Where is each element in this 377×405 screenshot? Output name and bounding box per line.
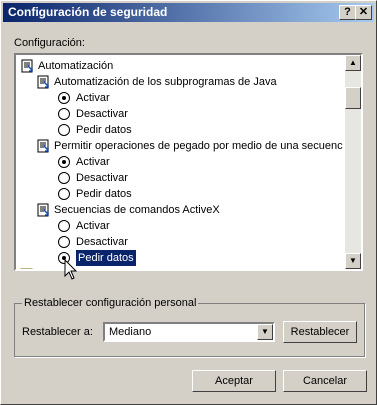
radio-label: Activar xyxy=(76,92,110,104)
script-settings-icon xyxy=(37,75,49,89)
script-settings-icon xyxy=(21,59,33,73)
settings-rows: Automatización Automatización de los subp… xyxy=(16,55,343,269)
cancel-button[interactable]: Cancelar xyxy=(283,370,367,392)
radio-unchecked-icon[interactable] xyxy=(58,236,70,248)
scroll-down-button[interactable]: ▼ xyxy=(345,253,361,269)
radio-label: Desactivar xyxy=(76,108,128,120)
radio-label: Desactivar xyxy=(76,172,128,184)
script-settings-icon xyxy=(37,203,49,217)
activex-settings-icon xyxy=(20,268,33,269)
setting-label: Automatización xyxy=(38,60,114,72)
radio-unchecked-icon[interactable] xyxy=(58,220,70,232)
reset-level-value: Mediano xyxy=(109,326,152,338)
settings-label: Configuración: xyxy=(14,37,85,49)
reset-to-label: Restablecer a: xyxy=(22,326,93,338)
ok-button[interactable]: Aceptar xyxy=(192,370,276,392)
radio-label: Pedir datos xyxy=(76,124,132,136)
radio-checked-icon[interactable] xyxy=(58,92,70,104)
scroll-up-button[interactable]: ▲ xyxy=(345,55,361,71)
radio-label: Desactivar xyxy=(76,236,128,248)
radio-unchecked-icon[interactable] xyxy=(58,124,70,136)
triangle-up-icon: ▲ xyxy=(349,58,357,67)
window-title: Configuración de seguridad xyxy=(8,5,168,19)
radio-label: Pedir datos xyxy=(75,249,137,267)
chevron-down-icon: ▼ xyxy=(261,327,269,336)
radio-unchecked-icon[interactable] xyxy=(58,172,70,184)
mouse-pointer-icon xyxy=(64,259,78,280)
radio-label: Activar xyxy=(76,156,110,168)
radio-unchecked-icon[interactable] xyxy=(58,188,70,200)
radio-unchecked-icon[interactable] xyxy=(58,108,70,120)
radio-label: Pedir datos xyxy=(76,188,132,200)
close-button[interactable]: ✕ xyxy=(355,5,372,20)
reset-group-title: Restablecer configuración personal xyxy=(22,297,199,309)
dropdown-button[interactable]: ▼ xyxy=(257,324,273,340)
reset-button[interactable]: Restablecer xyxy=(283,321,357,343)
triangle-down-icon: ▼ xyxy=(349,256,357,265)
setting-label: Permitir operaciones de pegado por medio… xyxy=(54,140,343,152)
help-button[interactable]: ? xyxy=(339,5,356,20)
radio-label: Activar xyxy=(76,220,110,232)
setting-label: Automatización de los subprogramas de Ja… xyxy=(54,76,277,88)
title-bar[interactable]: Configuración de seguridad ? ✕ xyxy=(3,3,374,22)
close-icon: ✕ xyxy=(358,6,369,18)
security-settings-dialog: Configuración de seguridad ? ✕ Configura… xyxy=(0,0,377,405)
script-settings-icon xyxy=(37,139,49,153)
settings-list[interactable]: Automatización Automatización de los subp… xyxy=(14,53,363,271)
scroll-thumb[interactable] xyxy=(345,87,361,109)
vertical-scrollbar[interactable]: ▲ ▼ xyxy=(345,55,361,269)
setting-label: Secuencias de comandos ActiveX xyxy=(54,204,220,216)
radio-checked-icon[interactable] xyxy=(58,156,70,168)
reset-level-select[interactable]: Mediano ▼ xyxy=(103,322,275,342)
